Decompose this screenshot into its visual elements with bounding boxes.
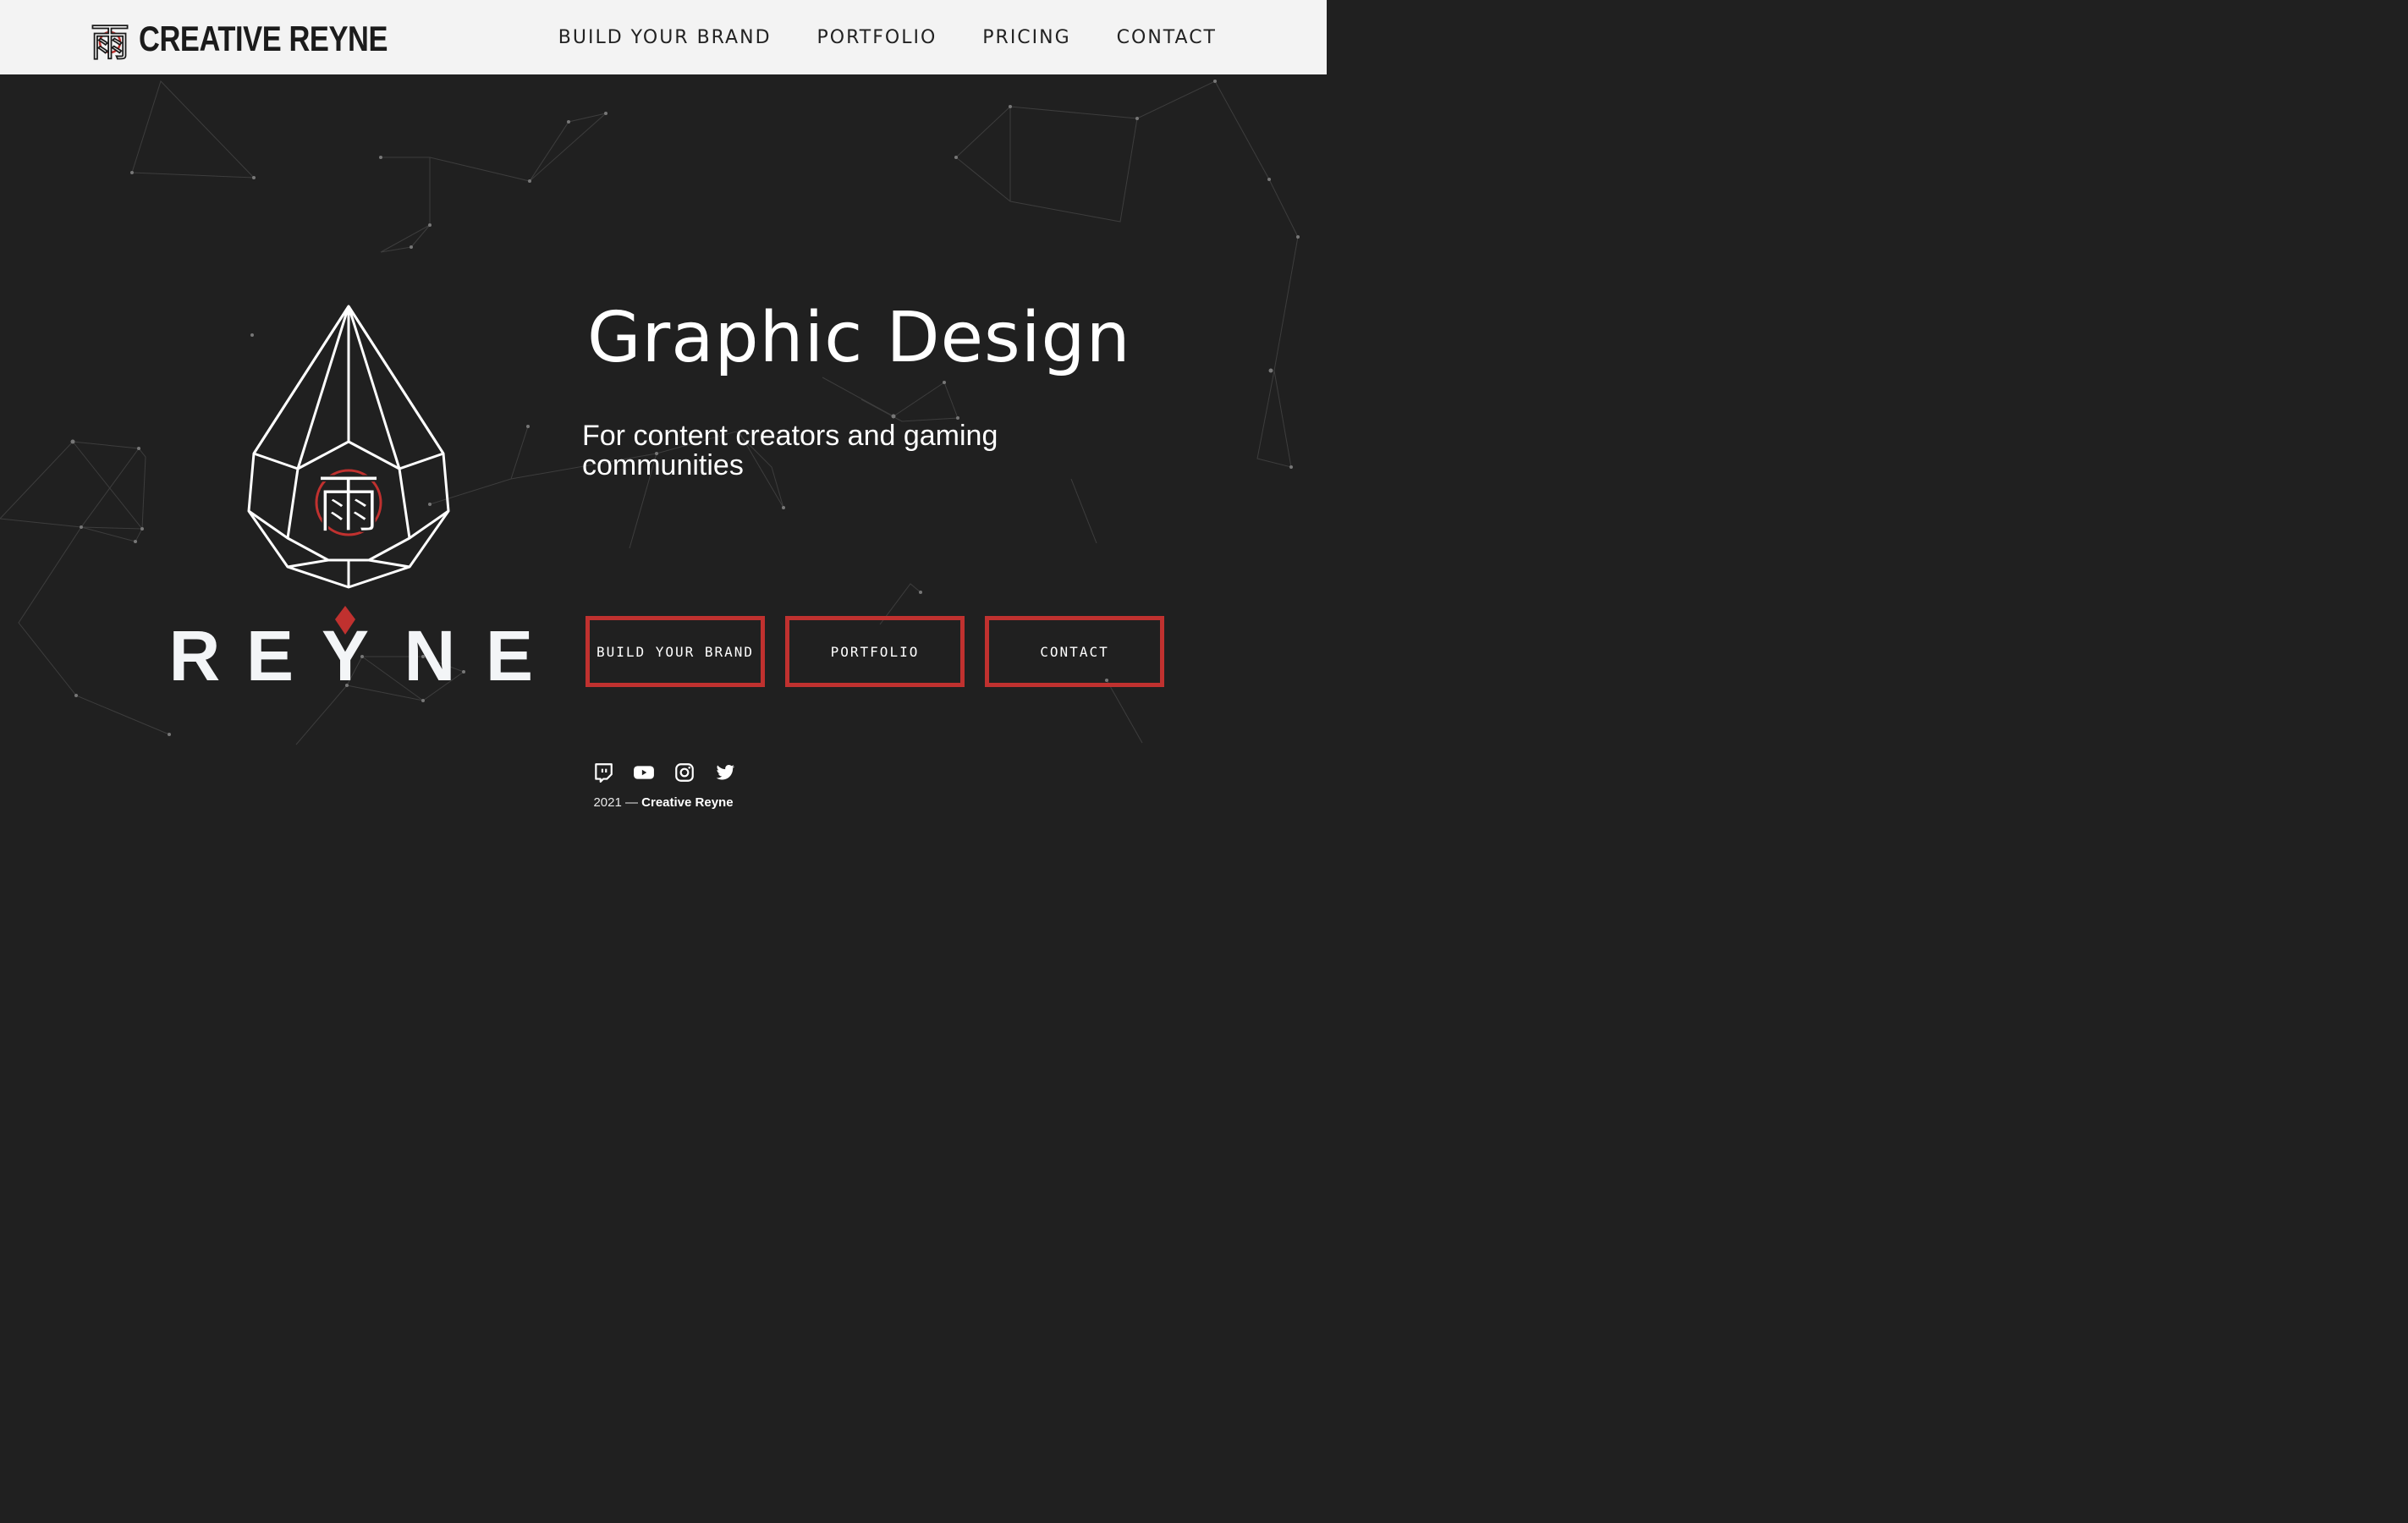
emblem-kanji: 雨 — [316, 466, 381, 542]
nav-contact[interactable]: CONTACT — [1117, 27, 1217, 48]
build-your-brand-button[interactable]: BUILD YOUR BRAND — [586, 616, 765, 687]
brand-name: CREATIVE REYNE — [139, 19, 388, 58]
footer-company: Creative Reyne — [641, 795, 734, 810]
wordmark-letter-n: N — [404, 616, 456, 687]
reyne-crystal-emblem: 雨 — [247, 305, 450, 589]
brand-home-link[interactable]: 雨 CREATIVE REYNE — [88, 15, 443, 63]
hero-subtitle: For content creators and gaming communit… — [582, 420, 998, 481]
portfolio-button[interactable]: PORTFOLIO — [785, 616, 965, 687]
social-links — [592, 762, 755, 783]
instagram-icon[interactable] — [673, 762, 695, 783]
main-nav: BUILD YOUR BRAND PORTFOLIO PRICING CONTA… — [513, 0, 1217, 74]
footer-year: 2021 — [593, 795, 622, 810]
brand-kanji-glyph: 雨 — [91, 19, 129, 63]
wordmark-letter-r: R — [169, 616, 221, 687]
hero-section: 雨 R E Y N E Graphic Design For content c… — [0, 74, 1327, 839]
nav-pricing[interactable]: PRICING — [982, 27, 1070, 48]
twitch-icon[interactable] — [592, 762, 614, 783]
twitter-icon[interactable] — [714, 762, 736, 783]
nav-portfolio[interactable]: PORTFOLIO — [817, 27, 937, 48]
footer-separator: — — [624, 795, 638, 810]
wordmark-letter-e: E — [246, 616, 294, 687]
rain-kanji-logo-icon: 雨 — [90, 19, 130, 63]
hero-title: Graphic Design — [587, 298, 1131, 378]
footer-copyright: 2021 — Creative Reyne — [0, 795, 1327, 810]
contact-button[interactable]: CONTACT — [985, 616, 1164, 687]
nav-build-your-brand[interactable]: BUILD YOUR BRAND — [558, 27, 772, 48]
wordmark-letter-e2: E — [486, 616, 533, 687]
youtube-icon[interactable] — [633, 762, 655, 783]
reyne-wordmark: R E Y N E — [169, 606, 533, 687]
top-navbar: 雨 CREATIVE REYNE BUILD YOUR BRAND PORTFO… — [0, 0, 1327, 74]
